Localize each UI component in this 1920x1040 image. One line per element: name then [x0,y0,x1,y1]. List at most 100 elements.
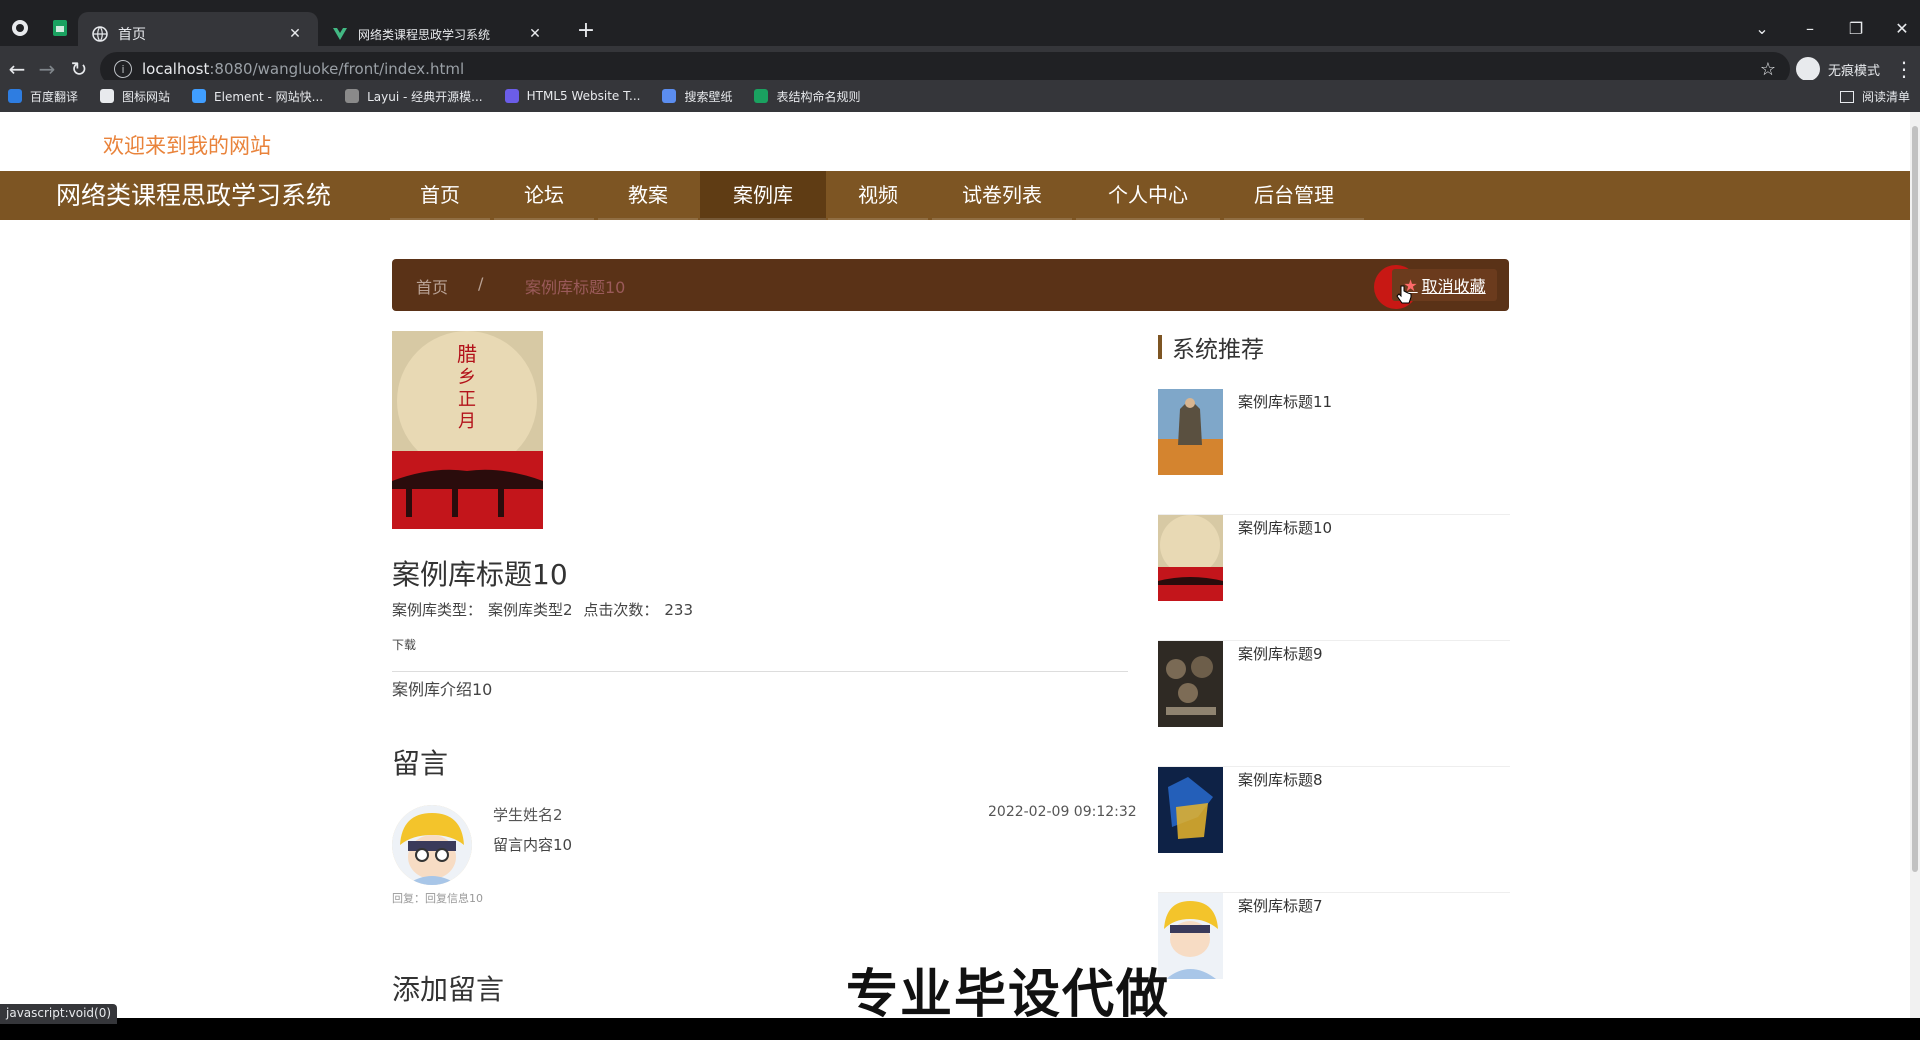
url-host: localhost [142,60,210,78]
nav-item-home[interactable]: 首页 [390,171,490,220]
incognito-label: 无痕模式 [1828,63,1881,79]
breadcrumb: 首页 / 案例库标题10 ★ 取消收藏 [392,259,1509,311]
recommend-title: 案例库标题10 [1238,519,1333,537]
nav-item-admin[interactable]: 后台管理 [1224,171,1364,220]
clicks-value: 233 [664,601,693,619]
watermark-overlay-text: 专业毕设代做 [846,965,1171,1018]
flag-icon [100,89,115,103]
wallpaper-icon [662,89,677,103]
svg-text:月: 月 [458,411,476,432]
title-accent-bar [1158,335,1162,359]
site-title[interactable]: 网络类课程思政学习系统 [56,171,331,220]
tab-search-icon[interactable]: ⌄ [1748,14,1776,42]
html5-icon [504,89,519,103]
bookmark-label: 搜索壁纸 [684,89,733,104]
page-scrollbar[interactable] [1910,112,1920,1018]
recommend-thumbnail [1158,767,1223,853]
breadcrumb-current: 案例库标题10 [525,278,626,297]
screen: 首页 ✕ 网络类课程思政学习系统 ✕ + ⌄ – ❐ ✕ ← → ↻ i loc… [0,0,1920,1040]
detail-meta: 案例库类型： 案例库类型2 点击次数： 233 [392,599,699,620]
reading-list-icon [1839,90,1854,103]
bookmark-wallpaper[interactable]: 搜索壁纸 [662,88,732,105]
minimize-icon[interactable]: – [1796,14,1824,42]
close-tab-icon[interactable]: ✕ [286,25,304,43]
incognito-icon [1796,57,1820,81]
reading-list-button[interactable]: 阅读清单 [1839,88,1910,105]
svg-text:正: 正 [458,389,476,410]
bookmark-layui[interactable]: Layui - 经典开源模... [345,88,483,105]
nav-item-personal-center[interactable]: 个人中心 [1076,171,1220,220]
welcome-text: 欢迎来到我的网站 [103,134,271,158]
bookmark-label: Element - 网站快... [214,89,324,104]
comment-reply: 回复：回复信息10 [392,892,483,905]
site-info-icon[interactable]: i [114,60,132,78]
svg-text:腊: 腊 [457,342,477,366]
comment-content: 留言内容10 [493,836,573,854]
vue-icon [332,26,348,42]
nav-item-case-library[interactable]: 案例库 [700,171,826,220]
svg-text:乡: 乡 [458,367,476,388]
close-tab-icon[interactable]: ✕ [526,25,544,43]
bookmark-label: 百度翻译 [30,89,79,104]
sidebar-title: 系统推荐 [1158,330,1264,364]
layui-icon [345,89,360,103]
bookmark-label: Layui - 经典开源模... [367,89,483,104]
recommend-item[interactable]: 案例库标题7 [1158,893,1510,1018]
sheets-icon[interactable] [50,18,70,38]
close-window-icon[interactable]: ✕ [1888,14,1916,42]
element-icon [192,89,207,103]
recommend-title: 案例库标题11 [1238,393,1333,411]
url-path: :8080/wangluoke/front/index.html [209,60,465,78]
sheet-icon [754,89,769,103]
nav-item-exam-list[interactable]: 试卷列表 [932,171,1072,220]
hand-cursor-icon [1396,285,1412,304]
breadcrumb-separator: / [478,274,484,293]
recommend-item[interactable]: 案例库标题9 [1158,641,1510,767]
comment-time: 2022-02-09 09:12:32 [988,804,1137,820]
clicks-label: 点击次数： [583,601,659,619]
detail-title: 案例库标题10 [392,558,568,591]
tab-title: 首页 [118,27,146,43]
divider [392,671,1128,672]
new-tab-button[interactable]: + [572,16,600,44]
recommend-thumbnail [1158,515,1223,601]
bookmark-element[interactable]: Element - 网站快... [192,88,323,105]
web-page: 欢迎来到我的网站 网络类课程思政学习系统 首页 论坛 教案 案例库 视频 试卷列… [0,112,1910,1018]
browser-menu-icon[interactable] [10,18,30,38]
reading-list-label: 阅读清单 [1861,90,1910,104]
recommend-item[interactable]: 案例库标题8 [1158,767,1510,893]
bookmark-html5[interactable]: HTML5 Website T... [504,89,641,103]
download-link[interactable]: 下载 [392,636,416,653]
bottom-strip [0,1018,1920,1040]
status-bar-url: javascript:void(0) [0,1004,118,1024]
comments-heading: 留言 [392,747,449,780]
recommend-item[interactable]: 案例库标题11 [1158,389,1510,515]
tab-title: 网络类课程思政学习系统 [358,27,491,42]
bookmark-label: HTML5 Website T... [526,89,641,103]
recommend-thumbnail [1158,389,1223,475]
recommend-title: 案例库标题9 [1238,645,1323,663]
comment-author: 学生姓名2 [493,806,563,824]
recommend-thumbnail [1158,641,1223,727]
globe-icon [92,26,108,42]
bookmark-icon-site[interactable]: 图标网站 [100,88,170,105]
unfavorite-label: 取消收藏 [1421,277,1486,296]
avatar [392,805,472,885]
breadcrumb-home[interactable]: 首页 [416,274,448,298]
bookmark-label: 表结构命名规则 [776,89,861,104]
bookmark-table-naming[interactable]: 表结构命名规则 [754,88,860,105]
nav-item-video[interactable]: 视频 [828,171,928,220]
bookmark-label: 图标网站 [122,89,171,104]
type-label: 案例库类型： [392,601,483,619]
case-cover-image: 腊 乡 正 月 [392,331,543,529]
recommend-item[interactable]: 案例库标题10 [1158,515,1510,641]
recommend-title: 案例库标题8 [1238,771,1323,789]
bookmark-star-icon[interactable]: ☆ [1760,59,1776,80]
nav-item-lesson-plan[interactable]: 教案 [598,171,698,220]
scrollbar-thumb[interactable] [1912,126,1918,872]
sidebar-title-text: 系统推荐 [1172,337,1264,363]
restore-icon[interactable]: ❐ [1842,14,1870,42]
bookmark-baidu-translate[interactable]: 百度翻译 [8,88,78,105]
recommend-title: 案例库标题7 [1238,897,1323,915]
nav-item-forum[interactable]: 论坛 [494,171,594,220]
